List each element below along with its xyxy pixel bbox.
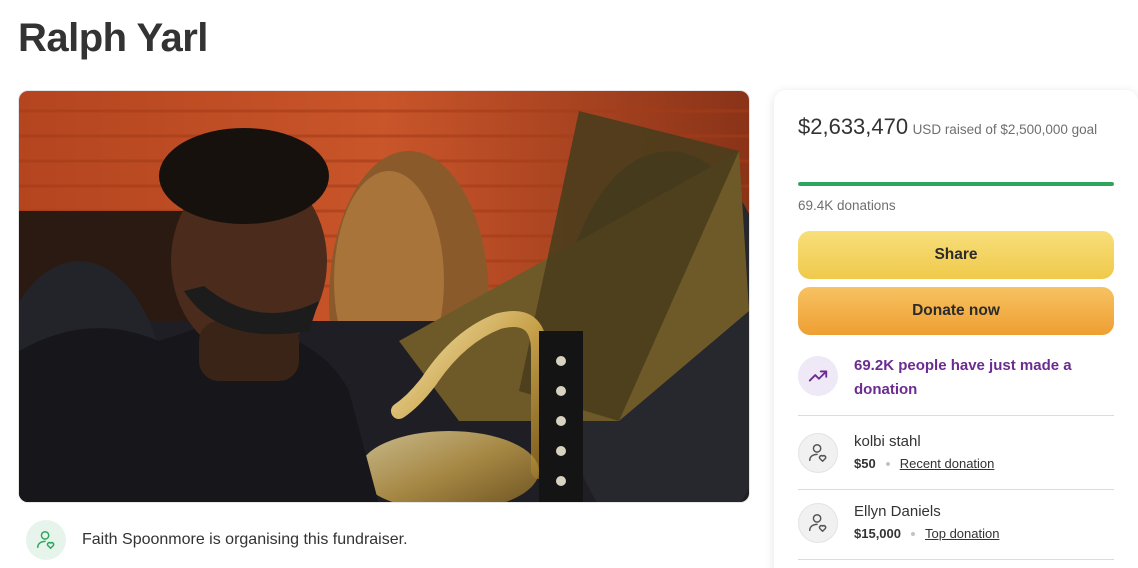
donor-name: Ellyn Daniels [854,503,941,520]
donor-row: kolbi stahl $50 Recent donation [798,431,1114,475]
separator-dot [885,462,890,466]
recent-donations-trend: 69.2K people have just made a donation [798,354,1114,402]
share-button[interactable]: Share [798,231,1114,279]
raised-goal-text: USD raised of $2,500,000 goal [912,122,1098,137]
fundraiser-hero-image [18,90,750,503]
trend-text: 69.2K people have just made a donation [854,357,1072,398]
donor-amount: $50 [854,456,876,471]
donor-row: Ellyn Daniels $15,000 Top donation [798,501,1114,545]
donor-name: kolbi stahl [854,433,921,450]
donation-count: 69.4K donations [798,198,896,213]
page-title: Ralph Yarl [18,16,208,60]
progress-fill [798,182,1114,186]
trending-up-icon [798,356,838,396]
user-heart-icon [798,503,838,543]
organiser-text: Faith Spoonmore is organising this fundr… [82,531,408,548]
recent-donation-link[interactable]: Recent donation [900,453,995,475]
user-heart-icon [26,520,66,560]
progress-bar [798,182,1114,186]
top-donation-link[interactable]: Top donation [925,523,999,545]
divider [798,489,1114,490]
separator-dot [911,532,915,536]
donate-now-button[interactable]: Donate now [798,287,1114,335]
raised-amount: $2,633,470 [798,114,909,139]
donation-card: $2,633,470 USD raised of $2,500,000 goal… [774,90,1138,568]
amount-raised: $2,633,470 USD raised of $2,500,000 goal [798,114,1098,143]
organiser-row: Faith Spoonmore is organising this fundr… [26,520,408,560]
user-heart-icon [798,433,838,473]
donor-amount: $15,000 [854,526,901,541]
divider [798,559,1114,560]
divider [798,415,1114,416]
